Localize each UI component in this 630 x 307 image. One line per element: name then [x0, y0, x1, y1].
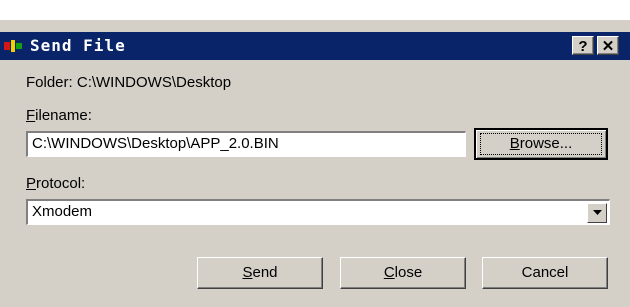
dropdown-button[interactable] — [587, 203, 607, 223]
focus-indicator — [480, 133, 602, 155]
protocol-label-mnemonic: P — [26, 175, 37, 192]
help-icon: ? — [578, 38, 588, 55]
filename-label-mnemonic: F — [26, 107, 36, 124]
send-label: end — [252, 264, 278, 281]
protocol-label: Protocol: — [26, 175, 85, 192]
send-mnemonic: S — [242, 264, 253, 281]
filename-input[interactable]: C:\WINDOWS\Desktop\APP_2.0.BIN — [26, 131, 466, 157]
cancel-label: Cancel — [521, 264, 569, 281]
protocol-selected-value: Xmodem — [32, 203, 93, 220]
filename-label: Filename: — [26, 107, 92, 124]
close-button[interactable]: Close — [340, 257, 466, 289]
folder-path: C:\WINDOWS\Desktop — [76, 74, 232, 91]
help-button[interactable]: ? — [572, 36, 594, 55]
folder-row: Folder: C:\WINDOWS\Desktop — [26, 74, 231, 91]
cancel-button[interactable]: Cancel — [482, 257, 608, 289]
protocol-label-text: rotocol: — [36, 175, 86, 192]
app-icon — [4, 38, 24, 54]
background-strip — [0, 0, 630, 20]
window-title: Send File — [30, 36, 126, 55]
close-label: lose — [394, 264, 423, 281]
filename-label-text: ilename: — [35, 107, 92, 124]
send-button[interactable]: Send — [197, 257, 323, 289]
folder-label: Folder: — [26, 74, 73, 91]
title-bar[interactable]: Send File ? ✕ — [0, 32, 630, 60]
close-icon: ✕ — [601, 38, 615, 55]
protocol-select[interactable]: Xmodem — [26, 199, 610, 225]
chevron-down-icon — [593, 210, 602, 215]
close-mnemonic: C — [383, 264, 395, 281]
close-window-button[interactable]: ✕ — [597, 36, 619, 55]
browse-button[interactable]: Browse... — [474, 128, 608, 160]
